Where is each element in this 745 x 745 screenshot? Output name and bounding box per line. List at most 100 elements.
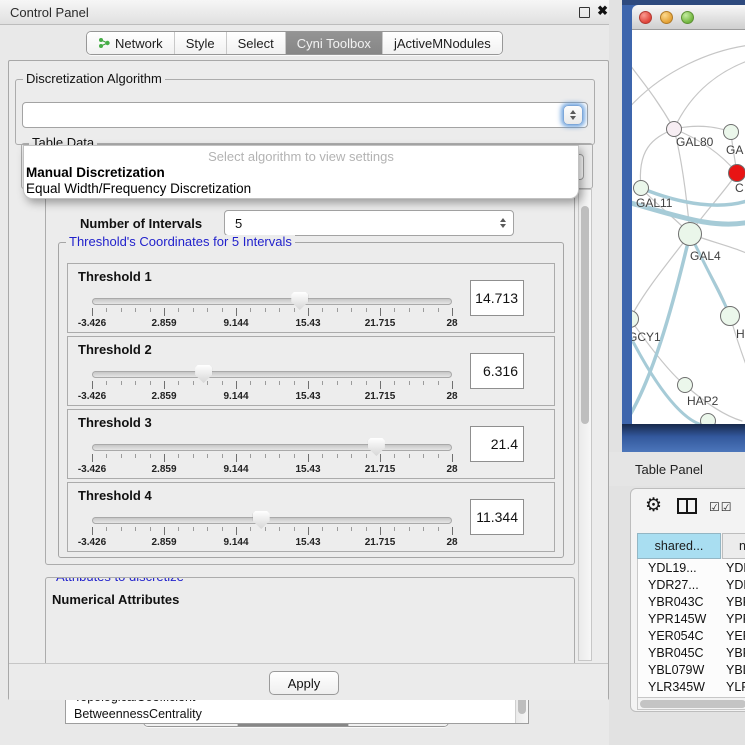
tick-label: 2.859 xyxy=(151,391,176,402)
tick-mark xyxy=(438,381,439,385)
cell-shared-name[interactable]: YER054C xyxy=(638,629,722,643)
threshold-value-field[interactable]: 14.713 xyxy=(470,280,524,316)
tick-mark xyxy=(308,381,309,389)
tick-label: 28 xyxy=(446,537,457,548)
tick-mark xyxy=(366,308,367,312)
table-row[interactable]: YER054CYER0 xyxy=(638,627,745,644)
threshold-slider[interactable]: -3.4262.8599.14415.4321.71528 xyxy=(92,511,452,549)
table-scrollbar-thumb[interactable] xyxy=(640,700,745,708)
float-window-icon[interactable] xyxy=(579,7,590,18)
cell-name[interactable]: YDR2 xyxy=(722,578,745,592)
table-row[interactable]: YPR145WYPR1 xyxy=(638,610,745,627)
apply-button[interactable]: Apply xyxy=(269,671,339,695)
tick-mark xyxy=(423,527,424,531)
threshold-slider[interactable]: -3.4262.8599.14415.4321.71528 xyxy=(92,365,452,403)
cell-shared-name[interactable]: YDR27... xyxy=(638,578,722,592)
slider-track[interactable] xyxy=(92,371,452,378)
panel-vertical-scrollbar[interactable] xyxy=(578,189,592,661)
tick-label: 15.43 xyxy=(295,391,320,402)
network-node[interactable] xyxy=(677,377,693,393)
tab-jactivemnodules[interactable]: jActiveMNodules xyxy=(382,32,502,54)
threshold-slider[interactable]: -3.4262.8599.14415.4321.71528 xyxy=(92,438,452,476)
cell-name[interactable]: YDL1 xyxy=(722,561,745,575)
tick-mark xyxy=(150,308,151,312)
thresholds-group: Threshold's Coordinates for 5 Intervals … xyxy=(58,242,564,558)
tick-mark xyxy=(452,308,453,316)
mac-close-icon[interactable] xyxy=(639,11,652,24)
network-node[interactable] xyxy=(700,413,716,424)
number-of-intervals-select[interactable]: 5 xyxy=(224,210,514,236)
table-row[interactable]: YBR043CYBR0 xyxy=(638,593,745,610)
cell-name[interactable]: YPR1 xyxy=(722,612,745,626)
cell-shared-name[interactable]: YBR045C xyxy=(638,646,722,660)
slider-track[interactable] xyxy=(92,298,452,305)
table-rows[interactable]: YDL19...YDL1YDR27...YDR2YBR043CYBR0YPR14… xyxy=(637,559,745,697)
table-row[interactable]: YDR27...YDR2 xyxy=(638,576,745,593)
cell-shared-name[interactable]: YLR345W xyxy=(638,680,722,694)
number-of-intervals-stepper[interactable] xyxy=(500,218,506,228)
tab-style[interactable]: Style xyxy=(174,32,226,54)
cell-name[interactable]: YLR3 xyxy=(722,680,745,694)
cell-name[interactable]: YER0 xyxy=(722,629,745,643)
network-node[interactable] xyxy=(633,180,649,196)
threshold-label: Threshold 4 xyxy=(78,488,152,503)
checkbox-icons[interactable]: ☑☑ xyxy=(709,500,733,514)
table-row[interactable]: YDL19...YDL1 xyxy=(638,559,745,576)
mac-minimize-icon[interactable] xyxy=(660,11,673,24)
tick-mark xyxy=(92,381,93,389)
slider-track[interactable] xyxy=(92,517,452,524)
threshold-slider[interactable]: -3.4262.8599.14415.4321.71528 xyxy=(92,292,452,330)
algorithm-option-manual[interactable]: Manual Discretization xyxy=(26,165,165,180)
network-node[interactable] xyxy=(720,306,740,326)
split-columns-icon[interactable] xyxy=(677,498,697,514)
algorithm-select-stepper[interactable] xyxy=(563,105,583,125)
cell-shared-name[interactable]: YBL079W xyxy=(638,663,722,677)
threshold-panel: Threshold 2 -3.4262.8599.14415.4321.7152… xyxy=(67,336,555,406)
tick-mark xyxy=(265,454,266,458)
tick-label: 28 xyxy=(446,318,457,329)
tab-network[interactable]: Network xyxy=(87,32,174,54)
slider-ticks xyxy=(92,381,452,390)
table-horizontal-scrollbar[interactable] xyxy=(637,697,745,710)
gear-icon[interactable]: ⚙ xyxy=(645,493,662,519)
tab-cyni-toolbox[interactable]: Cyni Toolbox xyxy=(285,32,382,54)
tick-mark xyxy=(250,308,251,312)
threshold-value-field[interactable]: 6.316 xyxy=(470,353,524,389)
tick-mark xyxy=(409,381,410,385)
network-node[interactable] xyxy=(678,222,702,246)
close-icon[interactable]: ✖ xyxy=(597,3,608,19)
tick-mark xyxy=(236,308,237,316)
table-row[interactable]: YBR045CYBR0 xyxy=(638,644,745,661)
network-node[interactable] xyxy=(728,164,745,182)
tick-mark xyxy=(337,527,338,531)
cell-shared-name[interactable]: YBR043C xyxy=(638,595,722,609)
cell-shared-name[interactable]: YDL19... xyxy=(638,561,722,575)
algorithm-select[interactable] xyxy=(22,102,588,128)
table-panel-title: Table Panel xyxy=(635,462,703,477)
network-node[interactable] xyxy=(723,124,739,140)
panel-scrollbar-thumb[interactable] xyxy=(581,206,589,424)
network-canvas[interactable]: GAL80GACGAL11GAL4GCY1HHAP2 xyxy=(632,30,745,424)
tick-mark xyxy=(265,527,266,531)
tick-mark xyxy=(294,308,295,312)
tick-label: 21.715 xyxy=(365,537,396,548)
table-row[interactable]: YLR345WYLR3 xyxy=(638,678,745,695)
threshold-value-field[interactable]: 11.344 xyxy=(470,499,524,535)
interval-definition-group: Interval Definition Number of Intervals … xyxy=(45,195,575,565)
tab-select[interactable]: Select xyxy=(226,32,285,54)
attribute-item[interactable]: BetweennessCentrality xyxy=(66,706,528,723)
slider-track[interactable] xyxy=(92,444,452,451)
column-header-shared-name[interactable]: shared... xyxy=(637,533,721,559)
algorithm-option-equal-width[interactable]: Equal Width/Frequency Discretization xyxy=(26,181,251,196)
tick-mark xyxy=(121,527,122,531)
tick-mark xyxy=(452,381,453,389)
column-header-name[interactable]: na xyxy=(722,533,745,559)
threshold-value-field[interactable]: 21.4 xyxy=(470,426,524,462)
table-row[interactable]: YBL079WYBL0 xyxy=(638,661,745,678)
cell-name[interactable]: YBL0 xyxy=(722,663,745,677)
cell-name[interactable]: YBR0 xyxy=(722,646,745,660)
cell-shared-name[interactable]: YPR145W xyxy=(638,612,722,626)
cell-name[interactable]: YBR0 xyxy=(722,595,745,609)
mac-zoom-icon[interactable] xyxy=(681,11,694,24)
slider-tick-labels: -3.4262.8599.14415.4321.71528 xyxy=(92,464,452,476)
